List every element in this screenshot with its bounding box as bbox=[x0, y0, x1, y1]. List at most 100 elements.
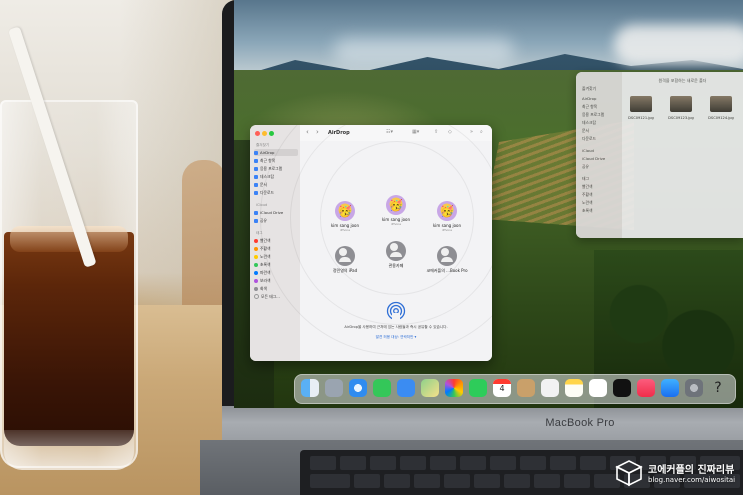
applications-icon bbox=[254, 166, 258, 171]
finder2-sidebar-item: 즐겨찾기 bbox=[582, 86, 596, 91]
ice-cubes bbox=[10, 226, 128, 252]
help-icon[interactable]: ? bbox=[709, 379, 727, 397]
key bbox=[460, 456, 486, 470]
glass-base bbox=[4, 430, 134, 470]
safari-icon[interactable] bbox=[349, 379, 367, 397]
photo-thumbnail[interactable] bbox=[710, 96, 732, 112]
airdrop-device[interactable]: 🥳 kim sang joon iPhone bbox=[320, 201, 370, 232]
person-icon bbox=[335, 246, 355, 266]
airdrop-icon bbox=[386, 301, 406, 321]
person-icon bbox=[437, 246, 457, 266]
key bbox=[384, 474, 410, 488]
finder2-sidebar-item[interactable]: AirDrop bbox=[582, 96, 596, 101]
iced-coffee-liquid bbox=[4, 232, 134, 446]
file-name: DSC09121.jpg bbox=[628, 116, 654, 120]
appstore-icon[interactable] bbox=[661, 379, 679, 397]
watermark-logo-icon bbox=[615, 460, 643, 487]
minimize-button[interactable] bbox=[262, 131, 267, 136]
dock: 4 ? bbox=[294, 374, 736, 404]
messages-icon[interactable] bbox=[373, 379, 391, 397]
tag-dot-icon bbox=[254, 238, 258, 243]
airdrop-device[interactable]: 코에커플의 ...Book Pro bbox=[422, 246, 472, 274]
clock-icon bbox=[254, 158, 258, 163]
party-face-avatar: 🥳 bbox=[335, 201, 355, 221]
finder2-sidebar-item: 태그 bbox=[582, 176, 589, 181]
device-type: iPhone bbox=[441, 228, 453, 232]
laptop-chin bbox=[222, 406, 743, 442]
finder2-sidebar-item[interactable]: 다운로드 bbox=[582, 136, 596, 142]
finder2-sidebar-item[interactable]: 응용 프로그램 bbox=[582, 112, 604, 118]
music-icon[interactable] bbox=[637, 379, 655, 397]
finder2-sidebar-item: iCloud bbox=[582, 148, 594, 153]
key bbox=[310, 456, 336, 470]
airdrop-description: AirDrop을 사용하여 근처에 있는 사람들과 즉시 공유할 수 있습니다. bbox=[344, 325, 448, 329]
airdrop-device[interactable]: 🥳 kim sang joon iPhone bbox=[371, 195, 421, 226]
freeform-icon[interactable] bbox=[589, 379, 607, 397]
party-face-avatar: 🥳 bbox=[386, 195, 406, 215]
close-button[interactable] bbox=[255, 131, 260, 136]
finder2-sidebar-item[interactable]: 데스크탑 bbox=[582, 120, 596, 126]
finder2-sidebar-item[interactable]: 최근 항목 bbox=[582, 104, 597, 110]
watermark-url: blog.naver.com/aiwositai bbox=[648, 476, 736, 484]
device-type: iPhone bbox=[390, 222, 402, 226]
watermark-title: 코에커플의 진짜리뷰 bbox=[648, 465, 735, 476]
key bbox=[580, 456, 606, 470]
finder-window-airdrop[interactable]: 즐겨찾기 AirDrop 최근 항목 응용 프로그램 데스크탑 문서 다운로드 … bbox=[250, 125, 492, 361]
contacts-icon[interactable] bbox=[517, 379, 535, 397]
finder2-sidebar-item[interactable]: 초록색 bbox=[582, 208, 592, 214]
finder2-sidebar-item[interactable]: 빨간색 bbox=[582, 184, 592, 190]
device-name: 관용카페 bbox=[388, 263, 404, 268]
desktop-icon bbox=[254, 174, 258, 179]
key bbox=[400, 456, 426, 470]
key bbox=[564, 474, 590, 488]
photo-thumbnail[interactable] bbox=[630, 96, 652, 112]
person-icon bbox=[386, 241, 406, 261]
finder2-sidebar-item[interactable]: iCloud Drive bbox=[582, 156, 605, 161]
key bbox=[430, 456, 456, 470]
notes-icon[interactable] bbox=[565, 379, 583, 397]
facetime-icon[interactable] bbox=[469, 379, 487, 397]
finder2-sidebar-item[interactable]: 문서 bbox=[582, 128, 589, 134]
discoverability-dropdown[interactable]: 발견 허용 대상: 연락처만 ▾ bbox=[310, 335, 482, 340]
device-name: 정민영의 iPad bbox=[332, 268, 358, 273]
finder2-sidebar-item[interactable]: 공유 bbox=[582, 164, 589, 170]
key bbox=[354, 474, 380, 488]
tag-dot-icon bbox=[254, 270, 258, 275]
tag-dot-icon bbox=[254, 246, 258, 251]
key bbox=[340, 456, 366, 470]
airdrop-device[interactable]: 🥳 kim sang joon iPhone bbox=[422, 201, 472, 232]
key bbox=[520, 456, 546, 470]
tag-dot-icon bbox=[254, 278, 258, 283]
launchpad-icon[interactable] bbox=[325, 379, 343, 397]
key bbox=[414, 474, 440, 488]
zoom-button[interactable] bbox=[269, 131, 274, 136]
mail-icon[interactable] bbox=[397, 379, 415, 397]
calendar-date: 4 bbox=[499, 384, 505, 393]
key bbox=[550, 456, 576, 470]
airdrop-device[interactable]: 관용카페 bbox=[371, 241, 421, 269]
tag-dot-icon bbox=[254, 294, 259, 299]
finder2-sidebar-item[interactable]: 주황색 bbox=[582, 192, 592, 198]
finder2-title: 원격을 포함하는 새로운 폴더 bbox=[658, 78, 707, 83]
finder-window-folder[interactable]: 원격을 포함하는 새로운 폴더 즐겨찾기 AirDrop 최근 항목 응용 프로… bbox=[576, 72, 743, 238]
maps-icon[interactable] bbox=[421, 379, 439, 397]
key bbox=[444, 474, 470, 488]
cloud-icon bbox=[254, 210, 258, 215]
photos-icon[interactable] bbox=[445, 379, 463, 397]
photo-thumbnail[interactable] bbox=[670, 96, 692, 112]
device-type: iPhone bbox=[339, 228, 351, 232]
system-settings-icon[interactable] bbox=[685, 379, 703, 397]
tag-dot-icon bbox=[254, 262, 258, 267]
wallpaper-cloud bbox=[614, 25, 743, 65]
finder-icon[interactable] bbox=[301, 379, 319, 397]
key bbox=[534, 474, 560, 488]
download-icon bbox=[254, 190, 258, 195]
macos-desktop: 원격을 포함하는 새로운 폴더 즐겨찾기 AirDrop 최근 항목 응용 프로… bbox=[234, 0, 743, 408]
key bbox=[370, 456, 396, 470]
finder2-sidebar-item[interactable]: 노란색 bbox=[582, 200, 592, 206]
appletv-icon[interactable] bbox=[613, 379, 631, 397]
tag-dot-icon bbox=[254, 286, 258, 291]
key bbox=[310, 474, 350, 488]
reminders-icon[interactable] bbox=[541, 379, 559, 397]
airdrop-device[interactable]: 정민영의 iPad bbox=[320, 246, 370, 274]
